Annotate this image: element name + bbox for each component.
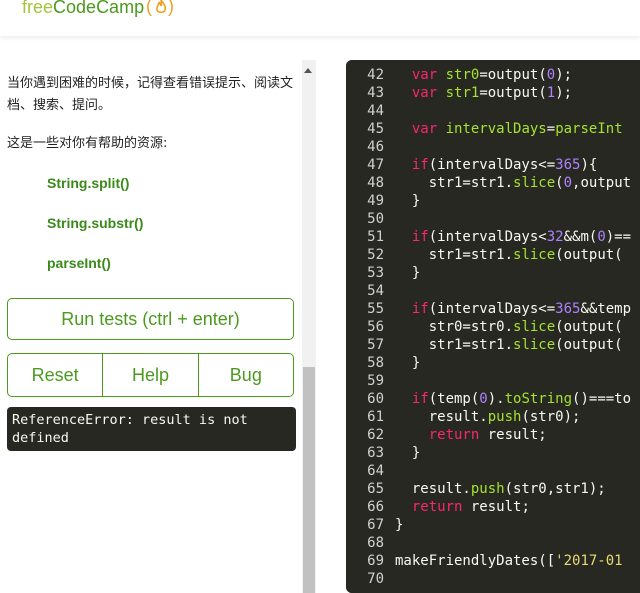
- code-line-57[interactable]: 57 str1=str1.slice(output(: [346, 336, 622, 354]
- code-line-64[interactable]: 64: [346, 462, 395, 480]
- line-number: 55: [367, 301, 384, 317]
- code-line-61[interactable]: 61 result.push(str0);: [346, 408, 580, 426]
- scroll-up-arrow-icon[interactable]: [304, 68, 312, 73]
- line-number: 50: [367, 211, 384, 227]
- line-number: 43: [367, 85, 384, 101]
- code-line-59[interactable]: 59: [346, 372, 395, 390]
- code-line-51[interactable]: 51 if(intervalDays<32&&m(0)==: [346, 228, 631, 246]
- code-line-44[interactable]: 44: [346, 102, 395, 120]
- line-number: 48: [367, 175, 384, 191]
- line-number: 53: [367, 265, 384, 281]
- link-parseint[interactable]: parseInt(): [47, 255, 111, 271]
- resources-text: 这是一些对你有帮助的资源:: [7, 136, 168, 151]
- line-number: 65: [367, 481, 384, 497]
- line-number: 58: [367, 355, 384, 371]
- hint-text: 当你遇到困难的时候，记得查看错误提示、阅读文档、搜索、提问。: [7, 76, 294, 113]
- code-line-43[interactable]: 43 var str1=output(1);: [346, 84, 572, 102]
- line-number: 67: [367, 517, 384, 533]
- line-number: 54: [367, 283, 384, 299]
- line-number: 49: [367, 193, 384, 209]
- line-number: 70: [367, 571, 384, 587]
- line-number: 44: [367, 103, 384, 119]
- freecodecamp-logo[interactable]: freeCodeCamp: [22, 0, 144, 18]
- code-line-68[interactable]: 68: [346, 534, 395, 552]
- logo-paren-close: ): [168, 0, 174, 16]
- code-line-70[interactable]: 70: [346, 570, 395, 588]
- code-line-56[interactable]: 56 str0=str0.slice(output(: [346, 318, 622, 336]
- code-line-52[interactable]: 52 str1=str1.slice(output(: [346, 246, 622, 264]
- line-number: 56: [367, 319, 384, 335]
- line-number: 46: [367, 139, 384, 155]
- code-line-58[interactable]: 58 }: [346, 354, 420, 372]
- line-number: 57: [367, 337, 384, 353]
- code-line-42[interactable]: 42 var str0=output(0);: [346, 66, 572, 84]
- reset-button[interactable]: Reset: [8, 354, 104, 396]
- scrollbar-thumb[interactable]: [303, 367, 315, 593]
- code-line-55[interactable]: 55 if(intervalDays<=365&&temp: [346, 300, 631, 318]
- run-tests-button[interactable]: Run tests (ctrl + enter): [7, 298, 294, 340]
- line-number: 69: [367, 553, 384, 569]
- code-line-63[interactable]: 63 }: [346, 444, 420, 462]
- code-line-47[interactable]: 47 if(intervalDays<=365){: [346, 156, 597, 174]
- action-button-group: Reset Help Bug: [7, 353, 294, 397]
- code-line-45[interactable]: 45 var intervalDays=parseInt: [346, 120, 622, 138]
- logo-paren-open: (: [146, 0, 152, 16]
- line-number: 68: [367, 535, 384, 551]
- code-line-60[interactable]: 60 if(temp(0).toString()===to: [346, 390, 631, 408]
- bug-button[interactable]: Bug: [199, 354, 293, 396]
- campfire-icon: ( ): [146, 0, 174, 16]
- test-output: ReferenceError: result is not defined: [7, 407, 296, 451]
- code-editor[interactable]: 42 var str0=output(0); 43 var str1=output…: [346, 60, 640, 593]
- line-number: 52: [367, 247, 384, 263]
- line-number: 45: [367, 121, 384, 137]
- code-line-49[interactable]: 49 }: [346, 192, 420, 210]
- code-line-46[interactable]: 46: [346, 138, 395, 156]
- line-number: 60: [367, 391, 384, 407]
- link-string-split[interactable]: String.split(): [47, 175, 129, 191]
- link-string-substr[interactable]: String.substr(): [47, 215, 143, 231]
- code-line-50[interactable]: 50: [346, 210, 395, 228]
- code-line-62[interactable]: 62 return result;: [346, 426, 547, 444]
- code-line-54[interactable]: 54: [346, 282, 395, 300]
- line-number: 63: [367, 445, 384, 461]
- line-number: 42: [367, 67, 384, 83]
- help-button[interactable]: Help: [103, 354, 199, 396]
- line-number: 64: [367, 463, 384, 479]
- top-nav-bar: freeCodeCamp ( ): [0, 0, 640, 36]
- line-number: 61: [367, 409, 384, 425]
- logo-free: free: [22, 0, 54, 17]
- code-line-66[interactable]: 66 return result;: [346, 498, 530, 516]
- line-number: 47: [367, 157, 384, 173]
- logo-codecamp: CodeCamp: [53, 0, 145, 17]
- code-line-48[interactable]: 48 str1=str1.slice(0,output: [346, 174, 631, 192]
- line-number: 51: [367, 229, 384, 245]
- code-line-53[interactable]: 53 }: [346, 264, 420, 282]
- code-line-65[interactable]: 65 result.push(str0,str1);: [346, 480, 606, 498]
- line-number: 62: [367, 427, 384, 443]
- code-line-67[interactable]: 67}: [346, 516, 403, 534]
- line-number: 59: [367, 373, 384, 389]
- line-number: 66: [367, 499, 384, 515]
- code-line-69[interactable]: 69 makeFriendlyDates(['2017-01: [346, 552, 622, 570]
